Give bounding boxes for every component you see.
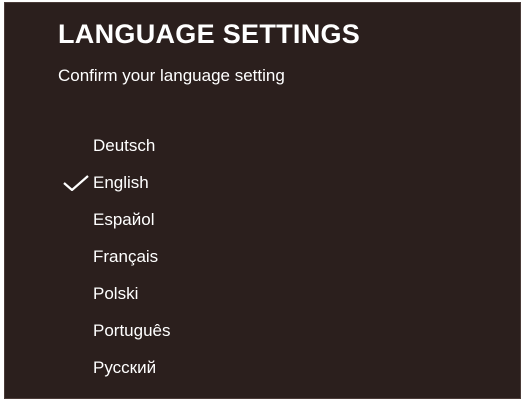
language-settings-screen: LANGUAGE SETTINGS Confirm your language … xyxy=(4,2,521,399)
language-label: Français xyxy=(93,247,159,266)
language-list: Deutsch English Espaйol Français Polski … xyxy=(59,127,171,386)
language-label: Português xyxy=(93,321,171,340)
language-option-russian[interactable]: Русский xyxy=(59,349,171,386)
checkmark-icon xyxy=(63,174,89,191)
language-option-deutsch[interactable]: Deutsch xyxy=(59,127,171,164)
language-label: Русский xyxy=(93,358,157,377)
language-option-espanol[interactable]: Espaйol xyxy=(59,201,171,238)
language-label: Espaйol xyxy=(93,210,155,229)
page-subtitle: Confirm your language setting xyxy=(58,66,285,85)
language-option-portugues[interactable]: Português xyxy=(59,312,171,349)
language-label: English xyxy=(93,173,149,192)
language-label: Polski xyxy=(93,284,139,303)
language-label: Deutsch xyxy=(93,136,156,155)
language-option-english[interactable]: English xyxy=(59,164,171,201)
page-title: LANGUAGE SETTINGS xyxy=(58,19,361,49)
language-option-francais[interactable]: Français xyxy=(59,238,171,275)
language-option-polski[interactable]: Polski xyxy=(59,275,171,312)
